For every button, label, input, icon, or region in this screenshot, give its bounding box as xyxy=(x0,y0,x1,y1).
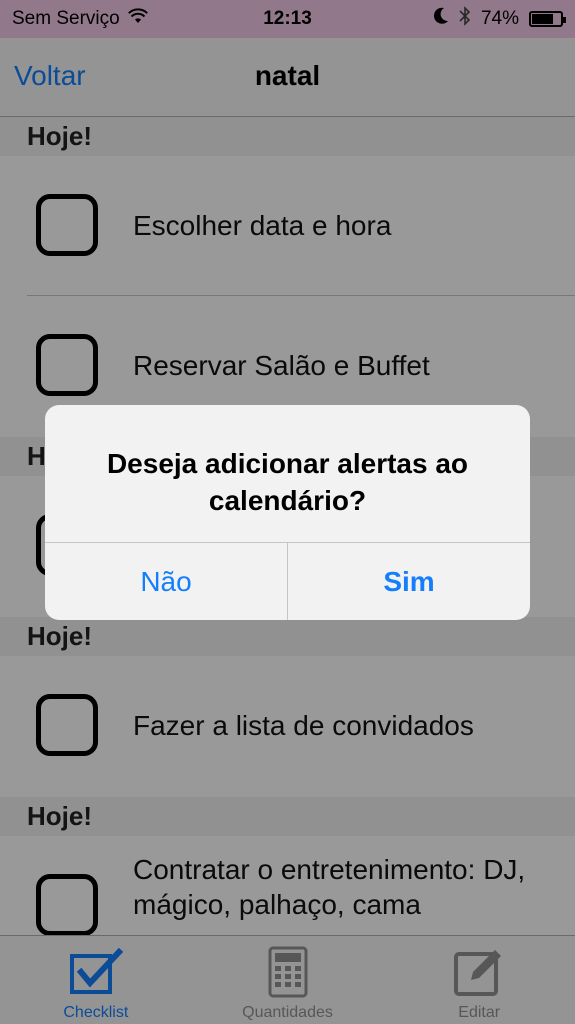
alert-buttons: Não Sim xyxy=(45,542,530,620)
cancel-button[interactable]: Não xyxy=(45,543,287,620)
alert-message: Deseja adicionar alertas ao calendário? xyxy=(106,448,469,516)
app-screen: Sem Serviço 12:13 74% Voltar natal Hoje!… xyxy=(0,0,575,1024)
confirm-button[interactable]: Sim xyxy=(287,543,530,620)
alert-dialog: Deseja adicionar alertas ao calendário? … xyxy=(45,405,530,620)
